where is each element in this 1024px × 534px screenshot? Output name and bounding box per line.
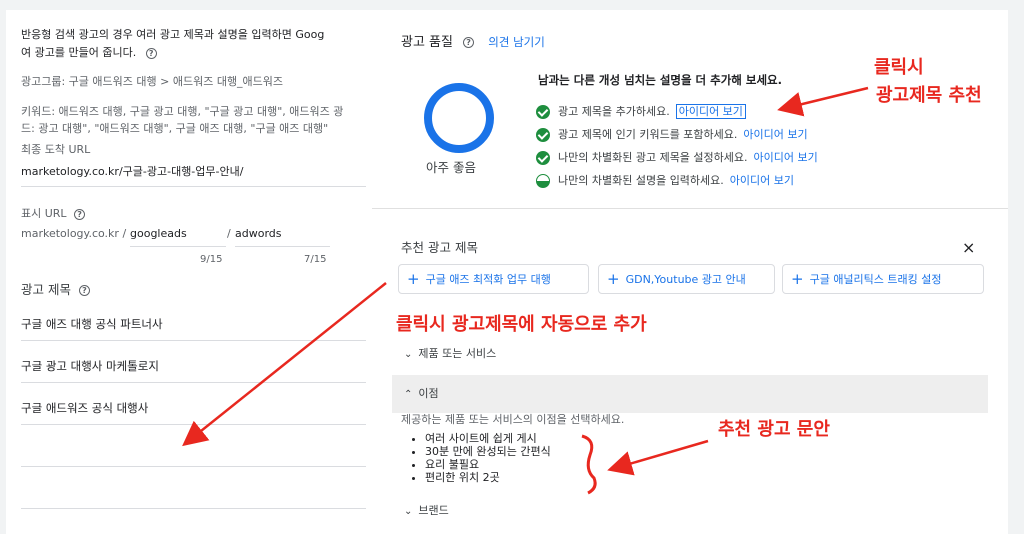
suggestion-chip[interactable]: + 구글 애즈 최적화 업무 대행: [398, 264, 589, 294]
path1-underline: [130, 246, 226, 247]
chip-label: 구글 애널리틱스 트래킹 설정: [809, 273, 942, 286]
tip-text: 나만의 차별화된 설명을 입력하세요.: [558, 174, 724, 187]
tip-item: 광고 제목을 추가하세요. 아이디어 보기: [536, 104, 746, 120]
display-url-label-text: 표시 URL: [21, 207, 67, 220]
path2-field[interactable]: adwords: [235, 226, 282, 242]
path1-counter: 9/15: [200, 254, 223, 265]
final-url-underline: [21, 186, 366, 187]
annotation-auto-add: 클릭시 광고제목에 자동으로 추가: [396, 314, 647, 335]
benefit-item[interactable]: 여러 사이트에 쉽게 게시: [425, 432, 551, 445]
headline-input-3[interactable]: 구글 애드워즈 공식 대행사: [21, 400, 366, 416]
annotation-recommend: 클릭시: [874, 53, 924, 79]
accordion-label: 브랜드: [418, 504, 449, 517]
rsa-description-text: 여 광고를 만들어 줍니다.: [21, 46, 137, 59]
keywords-line1: 키워드: 애드워즈 대행, 구글 광고 대행, "구글 광고 대행", 애드워즈…: [21, 105, 344, 118]
accordion-label: 이점: [418, 387, 439, 400]
tip-text: 광고 제목에 인기 키워드를 포함하세요.: [558, 128, 738, 141]
chevron-down-icon: ⌄: [404, 349, 413, 360]
help-icon[interactable]: ?: [145, 47, 157, 59]
accordion-products[interactable]: ⌄ 제품 또는 서비스: [392, 335, 988, 373]
half-circle-icon: [536, 174, 550, 188]
path2-underline: [235, 246, 330, 247]
ad-strength-rating: 아주 좋음: [426, 160, 476, 175]
tip-item: 나만의 차별화된 설명을 입력하세요. 아이디어 보기: [536, 173, 794, 189]
path1-field[interactable]: googleads: [130, 226, 187, 242]
help-icon[interactable]: ?: [74, 208, 86, 220]
plus-icon: +: [791, 270, 804, 288]
ad-editor-panel: 반응형 검색 광고의 경우 여러 광고 제목과 설명을 입력하면 Goog 여 …: [6, 10, 372, 534]
benefits-list: 여러 사이트에 쉽게 게시 30분 만에 완성되는 간편식 요리 불필요 편리한…: [425, 432, 551, 484]
path-separator: /: [227, 227, 231, 240]
tip-text: 광고 제목을 추가하세요.: [558, 105, 670, 118]
ad-quality-title: 광고 품질: [401, 35, 453, 50]
annotation-recommend-line2: 광고제목 추천: [876, 85, 982, 106]
chevron-up-icon: ⌃: [404, 389, 413, 400]
rsa-description-line1: 반응형 검색 광고의 경우 여러 광고 제목과 설명을 입력하면 Goog: [21, 28, 325, 41]
chevron-down-icon: ⌄: [404, 506, 413, 517]
display-url-domain: marketology.co.kr /: [21, 227, 127, 240]
annotation-text: 클릭시: [874, 57, 924, 78]
suggestion-chip[interactable]: + GDN,Youtube 광고 안내: [598, 264, 775, 294]
view-ideas-link[interactable]: 아이디어 보기: [675, 104, 746, 119]
path2-counter: 7/15: [304, 254, 327, 265]
headlines-label: 광고 제목 ?: [21, 282, 90, 298]
final-url-field[interactable]: marketology.co.kr/구글-광고-대행-업무-안내/: [21, 164, 243, 180]
tip-item: 광고 제목에 인기 키워드를 포함하세요. 아이디어 보기: [536, 127, 808, 143]
keywords-text: 키워드: 애드워즈 대행, 구글 광고 대행, "구글 광고 대행", 애드워즈…: [21, 103, 366, 137]
benefit-item[interactable]: 편리한 위치 2곳: [425, 471, 551, 484]
rsa-description-line2: 여 광고를 만들어 줍니다. ?: [21, 44, 157, 62]
check-circle-icon: [536, 128, 550, 142]
section-divider: [372, 208, 1008, 209]
headline-underline: [21, 466, 366, 467]
help-icon[interactable]: ?: [463, 37, 475, 48]
suggestion-chip[interactable]: + 구글 애널리틱스 트래킹 설정: [782, 264, 984, 294]
headline-underline: [21, 508, 366, 509]
close-icon[interactable]: ×: [962, 238, 975, 257]
chip-label: GDN,Youtube 광고 안내: [625, 273, 746, 286]
keywords-line2: 드: 광고 대행", "애드워즈 대행", 구글 애즈 대행, "구글 애즈 대…: [21, 122, 329, 135]
plus-icon: +: [407, 270, 420, 288]
benefit-item[interactable]: 30분 만에 완성되는 간편식: [425, 445, 551, 458]
check-circle-icon: [536, 151, 550, 165]
headline-input-2[interactable]: 구글 광고 대행사 마케톨로지: [21, 358, 366, 374]
view-ideas-link[interactable]: 아이디어 보기: [754, 151, 818, 164]
view-ideas-link[interactable]: 아이디어 보기: [730, 174, 794, 187]
tip-text: 나만의 차별화된 광고 제목을 설정하세요.: [558, 151, 748, 164]
headline-underline: [21, 340, 366, 341]
final-url-label: 최종 도착 URL: [21, 143, 91, 156]
headline-underline: [21, 382, 366, 383]
accordion-benefits[interactable]: ⌃ 이점: [392, 375, 988, 413]
headlines-label-text: 광고 제목: [21, 282, 71, 297]
annotation-suggested-copy: 추천 광고 문안: [718, 419, 830, 440]
plus-icon: +: [607, 270, 620, 288]
accordion-label: 제품 또는 서비스: [418, 347, 497, 360]
tip-item: 나만의 차별화된 광고 제목을 설정하세요. 아이디어 보기: [536, 150, 818, 166]
accordion-brand[interactable]: ⌄ 브랜드: [392, 492, 988, 530]
chip-label: 구글 애즈 최적화 업무 대행: [425, 273, 551, 286]
benefit-item[interactable]: 요리 불필요: [425, 458, 551, 471]
suggested-headlines-title: 추천 광고 제목: [401, 240, 478, 255]
feedback-link[interactable]: 의견 남기기: [488, 35, 545, 49]
ad-strength-ring: [424, 83, 494, 153]
headline-input-1[interactable]: 구글 애즈 대행 공식 파트너사: [21, 316, 366, 332]
view-ideas-link[interactable]: 아이디어 보기: [743, 128, 807, 141]
check-circle-icon: [536, 105, 550, 119]
headline-underline: [21, 424, 366, 425]
display-url-label: 표시 URL ?: [21, 206, 86, 222]
ad-group-path: 광고그룹: 구글 애드워즈 대행 > 애드워즈 대행_애드워즈: [21, 75, 284, 88]
help-icon[interactable]: ?: [78, 285, 90, 296]
ad-quality-header: 광고 품질 ? 의견 남기기: [401, 31, 545, 50]
tips-title: 남과는 다른 개성 넘치는 설명을 더 추가해 보세요.: [538, 73, 782, 87]
benefits-description: 제공하는 제품 또는 서비스의 이점을 선택하세요.: [401, 413, 625, 426]
